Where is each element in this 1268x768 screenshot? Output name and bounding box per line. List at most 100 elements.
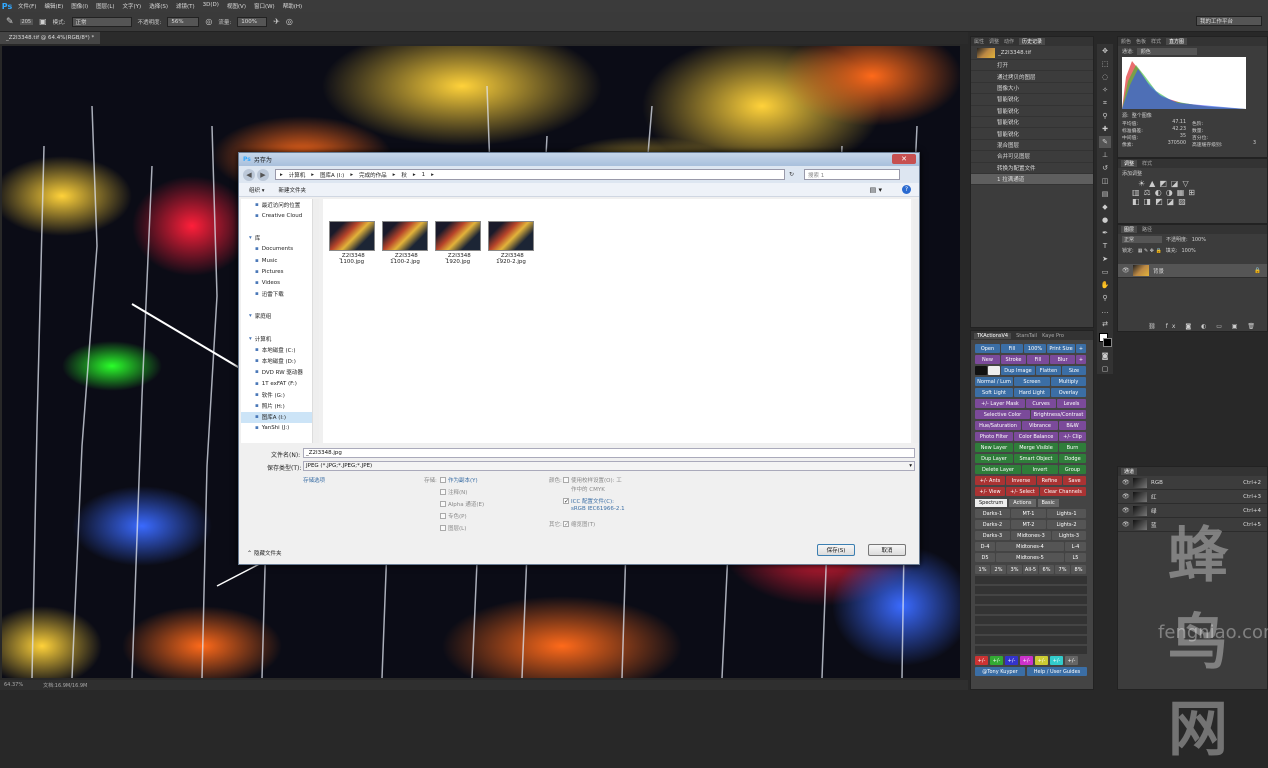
visibility-eye-icon[interactable]: 👁 bbox=[1122, 493, 1130, 500]
history-item[interactable]: 智能锐化 bbox=[971, 106, 1093, 117]
more-tools-icon[interactable]: … bbox=[1099, 305, 1111, 317]
channel-select[interactable]: 颜色 bbox=[1136, 48, 1197, 55]
tk-print-size-3[interactable]: Print Size bbox=[1047, 344, 1075, 353]
layers-checkbox[interactable] bbox=[440, 525, 446, 531]
nav-item[interactable]: ▪ Creative Cloud bbox=[241, 210, 312, 221]
view-options-icon[interactable]: ▤ ▾ bbox=[870, 186, 882, 194]
channel-row[interactable]: 👁 RGB Ctrl+2 bbox=[1118, 476, 1267, 490]
pressure-opacity-icon[interactable]: ◎ bbox=[205, 17, 212, 26]
cancel-button[interactable]: 取消 bbox=[868, 544, 906, 556]
pct-2-1[interactable]: 2% bbox=[991, 565, 1006, 574]
pct-1-0[interactable]: 1% bbox=[975, 565, 990, 574]
nav-item[interactable]: ▪ 本地磁盘 (C:) bbox=[241, 344, 312, 355]
flow-input[interactable]: 100% bbox=[237, 16, 268, 27]
tab-spectrum-0[interactable]: Spectrum bbox=[975, 499, 1008, 507]
icc-option[interactable]: ✓ ICC 配置文件(C): bbox=[563, 497, 614, 505]
document-tab[interactable]: _Z2I3348.tif @ 64.4%(RGB/8*) * bbox=[0, 32, 101, 44]
menu-item-7[interactable]: 3D(D) bbox=[199, 2, 223, 10]
spec-darks-2-3[interactable]: Darks-2 bbox=[975, 520, 1010, 529]
visibility-eye-icon[interactable]: 👁 bbox=[1122, 479, 1130, 486]
tab-spectrum-1[interactable]: Actions bbox=[1009, 499, 1036, 507]
opacity-input[interactable]: 56% bbox=[167, 16, 200, 27]
breadcrumb-item[interactable]: 图库A (I:) bbox=[320, 171, 344, 179]
menu-item-1[interactable]: 编辑(E) bbox=[40, 2, 67, 10]
file-item[interactable]: _Z2I3348 1100.jpg bbox=[329, 221, 375, 265]
spec-d5-12[interactable]: D5 bbox=[975, 553, 995, 562]
spec-midtones-3-7[interactable]: Midtones-3 bbox=[1011, 531, 1051, 540]
tk-fill-7[interactable]: Fill bbox=[1027, 355, 1049, 364]
history-item[interactable]: 通过拷贝的图层 bbox=[971, 71, 1093, 83]
zoom-level[interactable]: 64.37% bbox=[4, 682, 23, 688]
pct-6-4[interactable]: 6% bbox=[1039, 565, 1054, 574]
forward-icon[interactable]: ▶ bbox=[257, 168, 269, 181]
tk-swatch-10[interactable] bbox=[975, 366, 987, 375]
tk-color-balance-30[interactable]: Color Balance bbox=[1014, 432, 1058, 441]
history-item[interactable]: 混合图层 bbox=[971, 140, 1093, 152]
tab-histotabs-1[interactable]: 色板 bbox=[1136, 38, 1146, 45]
proof-checkbox[interactable] bbox=[563, 477, 569, 483]
history-item[interactable]: 图像大小 bbox=[971, 83, 1093, 95]
mode-select[interactable]: 正常 bbox=[71, 16, 132, 27]
blue-plus-minus[interactable]: +/- bbox=[1005, 656, 1018, 665]
spec-midtones-4-10[interactable]: Midtones-4 bbox=[996, 542, 1064, 551]
tk-item-9[interactable]: + bbox=[1076, 355, 1086, 364]
tk-normal-lum-15[interactable]: Normal / Lum bbox=[975, 377, 1013, 386]
tk-100-2[interactable]: 100% bbox=[1024, 344, 1046, 353]
history-item[interactable]: 1 拉满通道 bbox=[971, 173, 1093, 186]
nav-item[interactable]: ▪ 迅雷下载 bbox=[241, 289, 312, 300]
brush-panel-icon[interactable]: ▣ bbox=[39, 17, 47, 26]
menu-item-8[interactable]: 视图(V) bbox=[223, 2, 250, 10]
breadcrumb-item[interactable]: 秋 bbox=[401, 171, 407, 179]
nav-item[interactable]: ▾ 计算机 bbox=[241, 333, 312, 344]
layers-footer-icons[interactable]: ⛓ fx ◙ ◐ ▭ ▣ 🗑 bbox=[1148, 323, 1259, 330]
tk-b-w-28[interactable]: B&W bbox=[1059, 421, 1086, 430]
tk-save-44[interactable]: Save bbox=[1063, 476, 1086, 485]
layer-opacity-input[interactable]: 100% bbox=[1192, 237, 1206, 243]
tk-delete-layer-38[interactable]: Delete Layer bbox=[975, 465, 1021, 474]
color-swatches[interactable] bbox=[1097, 331, 1113, 349]
filetype-select[interactable]: JPEG (*.JPG;*.JPEG;*.JPE) ▾ bbox=[303, 461, 915, 471]
tab-laytabs-0[interactable]: 图层 bbox=[1121, 226, 1138, 233]
visibility-eye-icon[interactable]: 👁 bbox=[1122, 521, 1130, 528]
organize-button[interactable]: 组织 ▾ bbox=[249, 186, 265, 194]
tk-view-45[interactable]: +/- View bbox=[975, 487, 1005, 496]
spec-darks-3-6[interactable]: Darks-3 bbox=[975, 531, 1010, 540]
screen-mode-icon[interactable]: ▢ bbox=[1099, 363, 1111, 375]
spec-lights-3-8[interactable]: Lights-3 bbox=[1052, 531, 1086, 540]
tab-histtabs-3[interactable]: 历史记录 bbox=[1019, 38, 1046, 45]
tk-invert-39[interactable]: Invert bbox=[1022, 465, 1058, 474]
gradient-icon[interactable]: ▤ bbox=[1099, 188, 1111, 200]
pct-all-5-3[interactable]: All-5 bbox=[1023, 565, 1038, 574]
pct-3-2[interactable]: 3% bbox=[1007, 565, 1022, 574]
file-list-scrollbar[interactable] bbox=[913, 199, 919, 443]
nav-item[interactable]: ▪ DVD RW 驱动器 bbox=[241, 367, 312, 378]
tk-hue-saturation-26[interactable]: Hue/Saturation bbox=[975, 421, 1021, 430]
alpha-checkbox[interactable] bbox=[440, 501, 446, 507]
tab-tktabs-1[interactable]: StarsTail bbox=[1016, 333, 1037, 339]
brush-tool-icon-2[interactable]: ✎ bbox=[1099, 136, 1111, 148]
nav-item[interactable]: ▪ Videos bbox=[241, 277, 312, 288]
layer-row-background[interactable]: 👁 背景 🔒 bbox=[1118, 264, 1267, 278]
red-plus-minus[interactable]: +/- bbox=[975, 656, 988, 665]
spec-midtones-5-13[interactable]: Midtones-5 bbox=[996, 553, 1064, 562]
tk-item-4[interactable]: + bbox=[1076, 344, 1086, 353]
quick-mask-icon[interactable]: ◙ bbox=[1099, 350, 1111, 362]
tk-clear-channels-47[interactable]: Clear Channels bbox=[1040, 487, 1086, 496]
tk-soft-light-18[interactable]: Soft Light bbox=[975, 388, 1013, 397]
tk-vibrance-27[interactable]: Vibrance bbox=[1022, 421, 1058, 430]
tk-inverse-42[interactable]: Inverse bbox=[1006, 476, 1036, 485]
menu-item-9[interactable]: 窗口(W) bbox=[250, 2, 279, 10]
tab-histtabs-2[interactable]: 动作 bbox=[1004, 38, 1014, 45]
tab-histotabs-0[interactable]: 颜色 bbox=[1121, 38, 1131, 45]
tk-multiply-17[interactable]: Multiply bbox=[1051, 377, 1086, 386]
hide-folders-toggle[interactable]: ⌃ 隐藏文件夹 bbox=[247, 549, 282, 558]
breadcrumb-item[interactable]: 完成的作品 bbox=[359, 171, 387, 179]
workspace-select[interactable]: 我的工作平台 bbox=[1196, 16, 1262, 26]
file-item[interactable]: _Z2I3348 1100-2.jpg bbox=[382, 221, 428, 265]
tab-histotabs-3[interactable]: 直方图 bbox=[1166, 38, 1188, 45]
tk-dup-image-12[interactable]: Dup Image bbox=[1001, 366, 1035, 375]
lock-icons[interactable]: ▦ ✎ ✥ 🔒 bbox=[1138, 248, 1162, 254]
alpha-option[interactable]: Alpha 通道(E) bbox=[440, 500, 484, 508]
adjustment-icons-row-3[interactable]: ◧◨◩◪▨ bbox=[1118, 197, 1267, 206]
cyan-plus-minus[interactable]: +/- bbox=[1050, 656, 1063, 665]
